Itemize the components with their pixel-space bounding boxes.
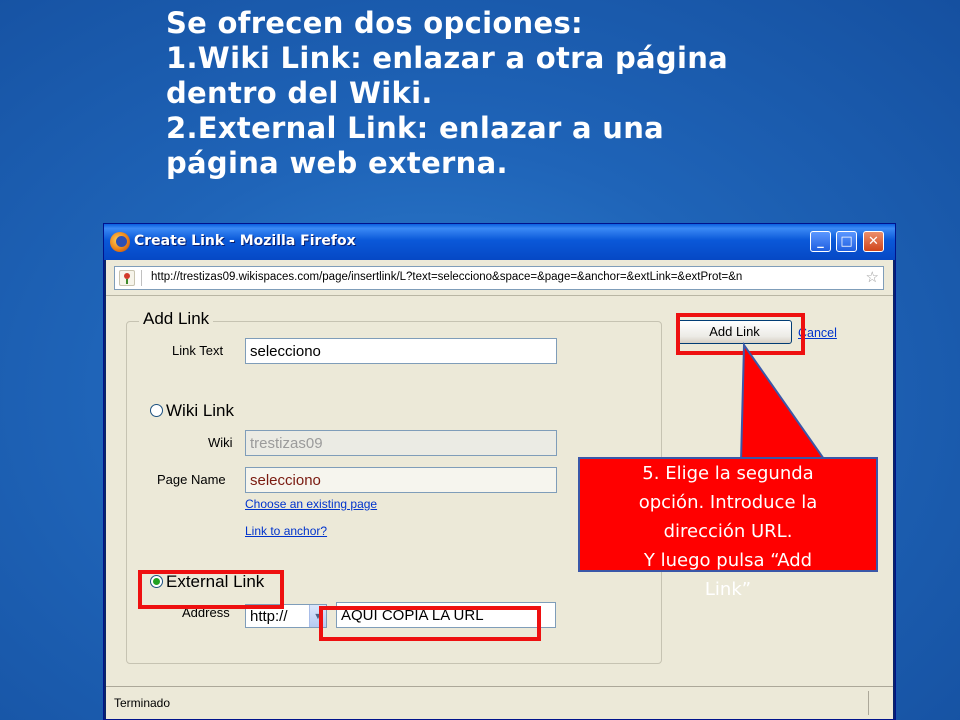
callout-line: Y luego pulsa “Add bbox=[643, 550, 813, 571]
callout-pointer bbox=[739, 341, 828, 463]
callout-line: dirección URL. bbox=[663, 521, 793, 542]
callout-line: Link” bbox=[704, 579, 752, 600]
callout-line: opción. Introduce la bbox=[638, 492, 818, 513]
instruction-callout: 5. Elige la segunda opción. Introduce la… bbox=[578, 457, 878, 600]
callout-line: 5. Elige la segunda bbox=[642, 463, 814, 484]
